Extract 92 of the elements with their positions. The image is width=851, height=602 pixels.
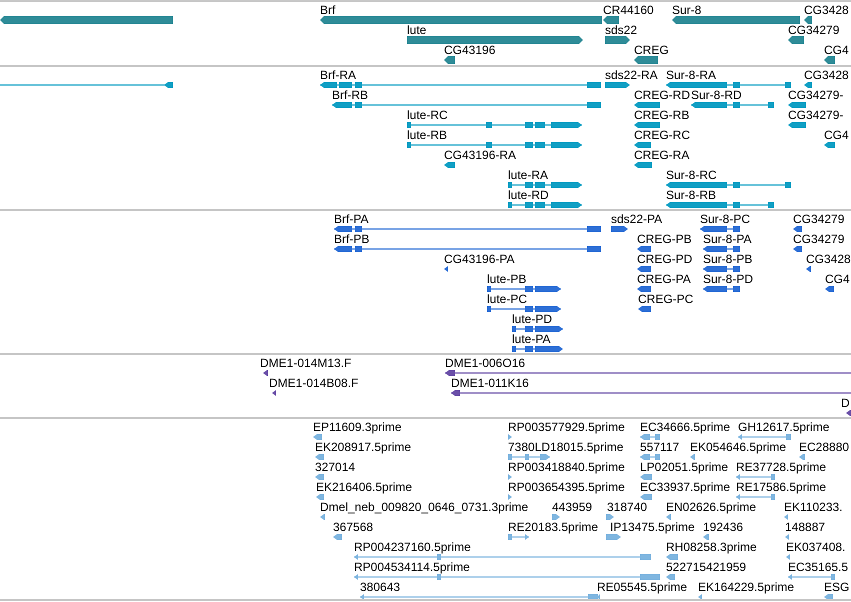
feature-label: ESG [824,580,850,594]
feature-label: 148887 [785,520,826,534]
feature-label: Brf-RA [320,68,356,82]
feature-label: Sur-8-PC [700,212,750,226]
feature-label: RE37728.5prime [736,460,826,474]
feature-label: sds22-RA [605,68,658,82]
feature-label: Brf-PA [334,212,368,226]
feature-label: CG3428 [804,3,849,17]
feature-label: Sur-8-RB [666,188,716,202]
feature-label: RP003577929.5prime [508,420,625,434]
feature-label: Sur-8-RC [666,168,717,182]
feature-label: EC34666.5prime [640,420,730,434]
feature-label: Sur-8-RA [666,68,716,82]
feature-label: 522715421959 [666,560,746,574]
feature-label: lute-PC [487,292,528,306]
feature-label: CREG-PA [637,272,691,286]
feature-label: EK054646.5prime [690,440,786,454]
feature-label: CREG-RD [634,88,690,102]
feature-label: Brf-RB [332,88,368,102]
feature-label: EC28880 [799,440,850,454]
feature-label: CREG-PD [637,252,692,266]
feature-label: CG4 [825,272,850,286]
feature-label: CREG-PB [637,232,692,246]
feature-label: EC33937.5prime [640,480,730,494]
feature-label: EK216406.5prime [316,480,412,494]
feature-label: D [841,396,850,410]
feature-label: lute-PB [487,272,526,286]
feature-label: CG4 [824,43,849,57]
feature-label: lute-RB [407,128,448,142]
feature-label: lute-RD [508,188,549,202]
feature-label: DME1-011K16 [451,376,529,390]
feature-label: lute-RC [407,108,448,122]
feature-label: 367568 [333,520,374,534]
feature-label: lute [407,23,426,37]
feature-label: CREG-RB [634,108,690,122]
feature-label: CG43196-PA [444,252,514,266]
feature-label: CREG [634,43,669,57]
feature-label: EK110233. [784,500,842,514]
feature-label: EN02626.5prime [666,500,756,514]
feature-label: RH08258.3prime [666,540,757,554]
feature-label: CG34279- [788,88,844,102]
feature-label: 327014 [315,460,356,474]
feature-label: Dmel_neb_009820_0646_0731.3prime [320,500,528,514]
feature-label: RP003418840.5prime [508,460,625,474]
feature-label: CG34279 [788,23,840,37]
feature-label: CG43196-RA [444,148,516,162]
feature-label: sds22 [605,23,638,37]
feature-label: RP004237160.5prime [354,540,471,554]
feature-label: RP004534114.5prime [354,560,470,574]
feature-label: CREG-PC [638,292,694,306]
feature-label: 380643 [360,580,400,594]
feature-label: CG34279 [793,232,844,246]
feature-label: 318740 [607,500,648,514]
feature-label: LP02051.5prime [640,460,728,474]
feature-label: RE05545.5prime [597,580,688,594]
feature-label: CG4 [824,128,849,142]
feature-label: Sur-8-PD [703,272,754,286]
feature-label: lute-RA [508,168,548,182]
feature-label: CREG-RC [634,128,690,142]
feature-label: Brf-PB [334,232,370,246]
feature-label: Sur-8-PB [703,252,752,266]
feature-label: Sur-8-PA [703,232,752,246]
feature-label: DME1-014M13.F [260,356,352,370]
feature-label: 557117 [640,440,680,454]
feature-label: Sur-8-RD [691,88,742,102]
feature-label: CR44160 [603,3,654,17]
feature-label: RE17586.5prime [736,480,826,494]
feature-label: sds22-PA [611,212,662,226]
feature-label: EK037408. [786,540,846,554]
feature-label: IP13475.5prime [610,520,695,534]
feature-label: EK164229.5prime [698,580,794,594]
feature-label: 443959 [552,500,592,514]
feature-label: GH12617.5prime [738,420,830,434]
feature-label: 192436 [703,520,744,534]
feature-label: Sur-8 [672,3,702,17]
feature-label: EP11609.3prime [313,420,402,434]
feature-label: DME1-006O16 [445,356,526,370]
feature-label: CG3428 [806,252,851,266]
feature-label: CG43196 [444,43,496,57]
feature-label: Brf [320,3,336,17]
feature-label: DME1-014B08.F [269,376,358,390]
feature-label: lute-PA [512,332,550,346]
feature-label: EC35165.5 [788,560,848,574]
feature-label: RP003654395.5prime [508,480,625,494]
feature-label: RE20183.5prime [508,520,598,534]
feature-label: CREG-RA [634,148,690,162]
feature-label: EK208917.5prime [315,440,412,454]
feature-label: CG3428 [804,68,849,82]
feature-label: CG34279 [793,212,844,226]
feature-label: 7380LD18015.5prime [508,440,624,454]
feature-label: CG34279- [788,108,844,122]
feature-label: lute-PD [512,312,552,326]
